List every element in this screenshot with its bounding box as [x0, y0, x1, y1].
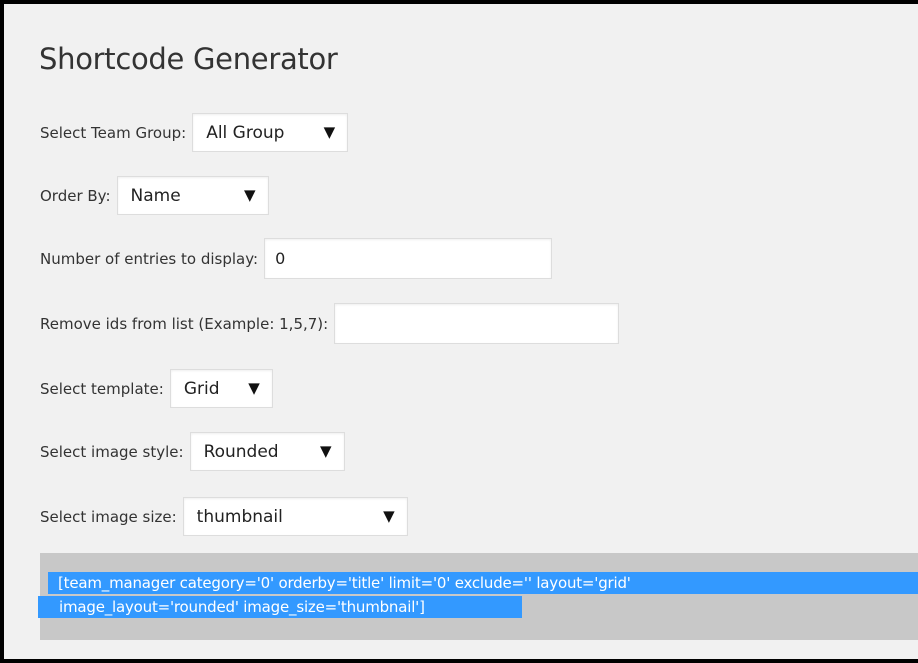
entries-label: Number of entries to display:	[40, 249, 259, 268]
chevron-down-icon: ▼	[323, 122, 336, 141]
image-style-row: Select image style: Rounded ▼	[40, 432, 345, 471]
entries-input[interactable]: 0	[264, 238, 553, 279]
team-group-label: Select Team Group:	[40, 123, 187, 142]
remove-ids-input[interactable]	[334, 303, 620, 344]
team-group-value: All Group	[206, 122, 285, 143]
entries-value: 0	[275, 249, 286, 268]
image-size-row: Select image size: thumbnail ▼	[40, 497, 408, 536]
order-by-label: Order By:	[40, 186, 111, 205]
team-group-select[interactable]: All Group ▼	[192, 113, 349, 152]
template-value: Grid	[183, 378, 220, 399]
template-label: Select template:	[40, 379, 164, 398]
shortcode-generator-panel: Shortcode Generator Select Team Group: A…	[0, 0, 918, 663]
image-size-label: Select image size:	[40, 507, 177, 526]
shortcode-line-1: [team_manager category='0' orderby='titl…	[48, 572, 918, 594]
image-size-select[interactable]: thumbnail ▼	[182, 497, 408, 536]
order-by-select[interactable]: Name ▼	[116, 176, 269, 215]
shortcode-output[interactable]: [team_manager category='0' orderby='titl…	[38, 553, 918, 640]
chevron-down-icon: ▼	[243, 185, 256, 204]
image-style-select[interactable]: Rounded ▼	[189, 432, 345, 471]
team-group-row: Select Team Group: All Group ▼	[40, 113, 349, 152]
page-title: Shortcode Generator	[39, 42, 338, 76]
entries-row: Number of entries to display: 0	[40, 238, 553, 279]
shortcode-line-2: image_layout='rounded' image_size='thumb…	[38, 596, 522, 618]
chevron-down-icon: ▼	[320, 441, 332, 460]
template-select[interactable]: Grid ▼	[169, 369, 273, 408]
image-style-value: Rounded	[203, 441, 279, 462]
order-by-row: Order By: Name ▼	[40, 176, 269, 215]
image-size-value: thumbnail	[196, 506, 283, 527]
chevron-down-icon: ▼	[383, 506, 395, 525]
template-row: Select template: Grid ▼	[40, 369, 273, 408]
chevron-down-icon: ▼	[248, 378, 260, 397]
order-by-value: Name	[130, 185, 181, 206]
remove-ids-row: Remove ids from list (Example: 1,5,7):	[40, 303, 620, 344]
image-style-label: Select image style:	[40, 442, 184, 461]
remove-ids-label: Remove ids from list (Example: 1,5,7):	[40, 314, 329, 333]
